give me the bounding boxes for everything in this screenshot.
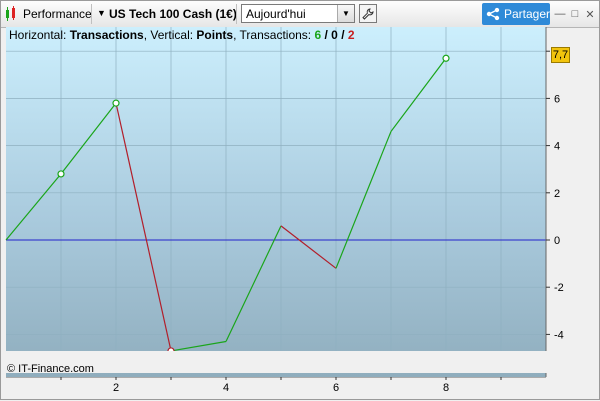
series-segment — [225, 225, 282, 342]
data-point — [57, 170, 65, 178]
legend-sep: / — [337, 28, 348, 42]
series-segment — [280, 225, 337, 269]
data-point — [442, 54, 450, 62]
legend-horizontal-prefix: Horizontal: — [9, 28, 70, 42]
copyright-text: © IT-Finance.com — [7, 363, 94, 375]
legend-vertical-value: Points — [196, 28, 234, 42]
period-select[interactable]: Aujourd'hui ▼ — [241, 4, 355, 23]
x-axis: 2 4 6 8 — [6, 377, 546, 394]
chart-legend: Horizontal: Transactions, Vertical: Poin… — [9, 28, 355, 42]
y-tick-label: -4 — [554, 329, 564, 341]
legend-count-neutral: 0 — [331, 28, 338, 42]
series-segment — [170, 340, 227, 352]
share-icon — [486, 7, 500, 21]
series-segment — [5, 173, 62, 241]
share-button[interactable]: Partager — [482, 3, 550, 25]
legend-count-loss: 2 — [347, 28, 355, 42]
x-tick-label: 2 — [113, 382, 119, 394]
legend-transactions-prefix: , Transactions: — [233, 28, 315, 42]
y-tick-label: 0 — [554, 235, 560, 247]
chevron-down-icon[interactable]: ▼ — [337, 5, 354, 22]
close-icon[interactable]: ✕ — [583, 7, 597, 21]
series-segment — [335, 131, 392, 269]
instrument-selector[interactable]: US Tech 100 Cash (1€) — [109, 7, 237, 21]
toolbar-divider — [91, 4, 92, 24]
performance-label[interactable]: Performance — [23, 7, 92, 21]
maximize-icon[interactable]: □ — [568, 7, 582, 21]
y-tick-label: -2 — [554, 282, 564, 294]
series-segment — [60, 102, 117, 175]
performance-chart[interactable]: -4-202468 — [1, 27, 599, 377]
x-tick-label: 8 — [443, 382, 449, 394]
performance-window: Performance ▼ US Tech 100 Cash (1€) Aujo… — [0, 0, 600, 400]
y-tick-label: 2 — [554, 188, 560, 200]
x-tick-label: 4 — [223, 382, 229, 394]
dropdown-arrow-icon[interactable]: ▼ — [97, 8, 106, 18]
toolbar: Performance ▼ US Tech 100 Cash (1€) Aujo… — [1, 1, 599, 28]
legend-sep: / — [321, 28, 332, 42]
share-label: Partager — [503, 7, 550, 21]
minimize-icon[interactable]: — — [553, 7, 567, 21]
toolbar-divider — [236, 4, 237, 24]
legend-horizontal-value: Transactions — [69, 28, 144, 42]
y-tick-label: 6 — [554, 93, 560, 105]
legend-vertical-prefix: , Vertical: — [143, 28, 197, 42]
last-value-badge: 7,7 — [551, 47, 570, 63]
wrench-icon — [362, 7, 374, 20]
series-segment — [390, 57, 447, 132]
data-point — [112, 99, 120, 107]
settings-button[interactable] — [359, 4, 377, 23]
period-value: Aujourd'hui — [246, 7, 306, 21]
series-segment — [115, 102, 172, 352]
performance-icon[interactable] — [5, 6, 19, 22]
chart-area: -4-202468 — [1, 27, 599, 377]
x-tick-label: 6 — [333, 382, 339, 394]
y-tick-label: 4 — [554, 141, 560, 153]
